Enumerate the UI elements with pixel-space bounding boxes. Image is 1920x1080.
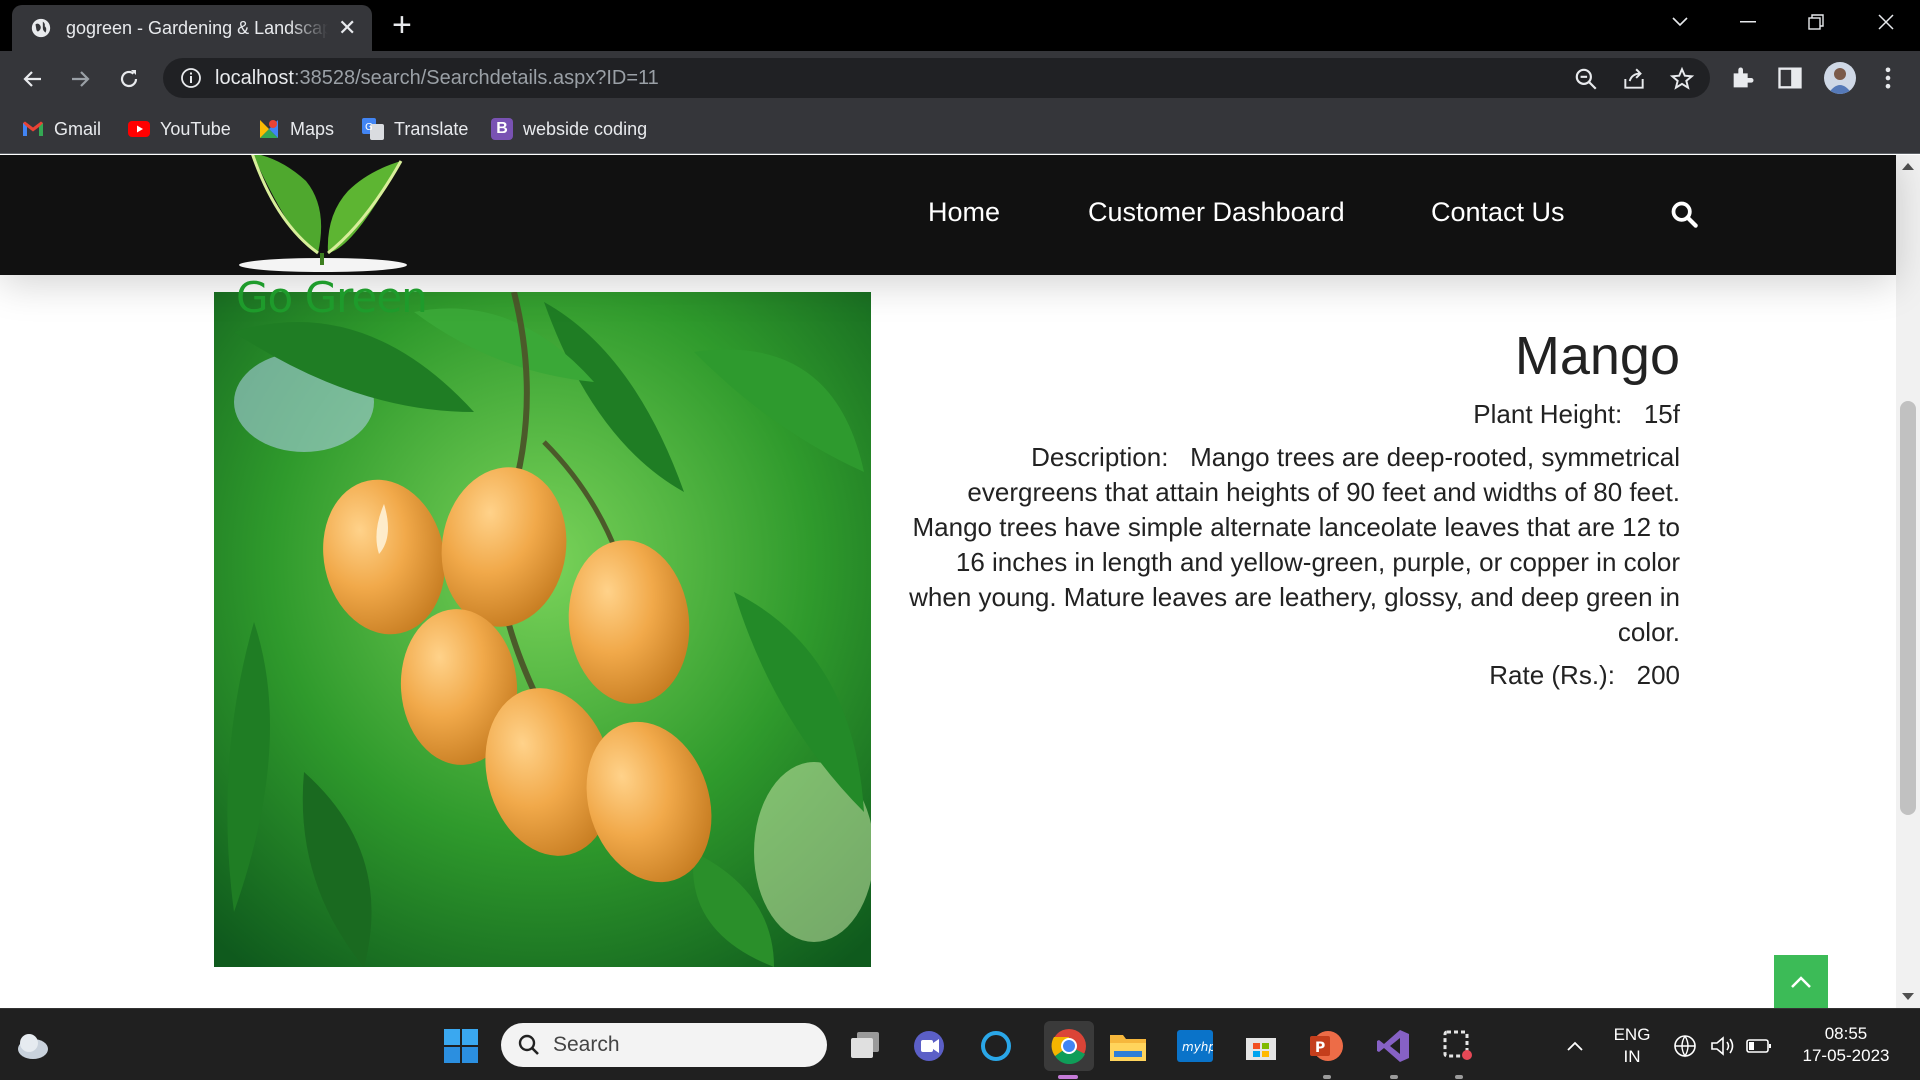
extensions-icon[interactable] xyxy=(1729,64,1757,92)
browser-toolbar: localhost:38528/search/Searchdetails.asp… xyxy=(0,51,1920,105)
url-text: localhost:38528/search/Searchdetails.asp… xyxy=(215,66,659,89)
page-scrollbar[interactable] xyxy=(1896,155,1920,1008)
plant-name: Mango xyxy=(1514,326,1680,386)
volume-icon[interactable] xyxy=(1708,1027,1738,1065)
menu-kebab-icon[interactable] xyxy=(1874,64,1902,92)
scroll-to-top-button[interactable] xyxy=(1774,955,1828,1008)
bookmark-label: webside coding xyxy=(523,118,648,139)
reload-icon[interactable] xyxy=(114,64,144,94)
plant-image xyxy=(214,292,871,967)
bookmarks-bar: Gmail YouTube Maps G Translate B webside… xyxy=(0,105,1920,154)
share-icon[interactable] xyxy=(1621,66,1647,92)
translate-icon: G xyxy=(362,118,384,140)
tab-title: gogreen - Gardening & Landscaping xyxy=(66,17,328,38)
teams-chat-icon[interactable] xyxy=(910,1027,948,1065)
taskbar-search-box[interactable]: Search xyxy=(501,1023,827,1067)
nav-contact-us[interactable]: Contact Us xyxy=(1431,197,1565,228)
bookmark-webside-coding[interactable]: B webside coding xyxy=(491,115,647,143)
file-explorer-icon[interactable] xyxy=(1109,1027,1147,1065)
close-window-icon[interactable] xyxy=(1856,0,1916,44)
search-icon xyxy=(518,1034,539,1055)
powerpoint-icon[interactable]: P xyxy=(1307,1027,1345,1065)
tab-close-icon[interactable]: ✕ xyxy=(338,15,356,41)
battery-icon[interactable] xyxy=(1744,1027,1774,1065)
bookmark-youtube[interactable]: YouTube xyxy=(128,115,231,143)
windows-taskbar: Search myhp P ENG IN 08:55 17-05-2023 xyxy=(0,1008,1920,1080)
search-label: Search xyxy=(553,1033,620,1056)
search-icon[interactable] xyxy=(1670,200,1698,228)
globe-icon xyxy=(31,18,51,38)
language-indicator[interactable]: ENG IN xyxy=(1610,1024,1654,1068)
logo-text: Go Green xyxy=(236,273,428,322)
chrome-taskbar-icon[interactable] xyxy=(1044,1021,1094,1071)
site-header: Home Customer Dashboard Contact Us xyxy=(0,155,1896,275)
weather-icon[interactable] xyxy=(14,1027,52,1065)
plant-rate: Rate (Rs.): 200 xyxy=(1489,660,1680,690)
nav-customer-dashboard[interactable]: Customer Dashboard xyxy=(1088,197,1345,228)
side-panel-icon[interactable] xyxy=(1776,64,1804,92)
page-viewport: Home Customer Dashboard Contact Us Go Gr… xyxy=(0,155,1920,1008)
maps-icon xyxy=(258,118,280,140)
bookmark-label: YouTube xyxy=(160,118,231,139)
chevron-up-icon[interactable] xyxy=(1556,1027,1594,1065)
bookmark-label: Gmail xyxy=(54,118,102,139)
svg-text:P: P xyxy=(1315,1040,1325,1056)
active-indicator xyxy=(1058,1075,1078,1079)
back-icon[interactable] xyxy=(18,64,48,94)
new-tab-button[interactable]: + xyxy=(392,8,412,42)
plant-description: Description: Mango trees are deep-rooted… xyxy=(909,442,1680,647)
bookmark-star-icon[interactable] xyxy=(1669,66,1695,92)
network-globe-icon[interactable] xyxy=(1670,1027,1700,1065)
bookmark-gmail[interactable]: Gmail xyxy=(22,115,101,143)
svg-text:myhp: myhp xyxy=(1182,1040,1213,1054)
bookmark-maps[interactable]: Maps xyxy=(258,115,334,143)
running-indicator xyxy=(1455,1075,1463,1079)
cortana-icon[interactable] xyxy=(977,1027,1015,1065)
bookmark-label: Maps xyxy=(290,118,335,139)
chevron-up-icon xyxy=(1791,976,1811,988)
restore-icon[interactable] xyxy=(1786,0,1846,44)
scroll-up-arrow-icon[interactable] xyxy=(1902,163,1914,170)
zoom-icon[interactable] xyxy=(1573,66,1599,92)
browser-tab[interactable]: gogreen - Gardening & Landscaping ✕ xyxy=(12,5,372,51)
tab-search-icon[interactable] xyxy=(1650,0,1710,44)
scrollbar-thumb[interactable] xyxy=(1900,401,1916,815)
bootstrap-icon: B xyxy=(491,118,513,140)
running-indicator xyxy=(1323,1075,1331,1079)
task-view-icon[interactable] xyxy=(846,1027,884,1065)
profile-avatar[interactable] xyxy=(1824,62,1856,94)
clock[interactable]: 08:55 17-05-2023 xyxy=(1786,1023,1906,1067)
scroll-down-arrow-icon[interactable] xyxy=(1902,993,1914,1000)
site-info-icon[interactable] xyxy=(179,66,203,90)
svg-text:G: G xyxy=(365,122,373,133)
bookmark-label: Translate xyxy=(394,118,469,139)
forward-icon[interactable] xyxy=(65,64,95,94)
nav-home[interactable]: Home xyxy=(928,197,1000,228)
minimize-icon[interactable] xyxy=(1718,0,1778,44)
address-bar[interactable]: localhost:38528/search/Searchdetails.asp… xyxy=(163,58,1710,98)
myhp-icon[interactable]: myhp xyxy=(1176,1027,1214,1065)
snipping-tool-icon[interactable] xyxy=(1440,1027,1478,1065)
microsoft-store-icon[interactable] xyxy=(1242,1027,1280,1065)
plant-height: Plant Height: 15f xyxy=(1473,399,1680,429)
browser-tab-strip: gogreen - Gardening & Landscaping ✕ + xyxy=(0,0,1920,51)
go-green-logo[interactable] xyxy=(236,155,411,273)
youtube-icon xyxy=(128,118,150,140)
plant-details: Mango Plant Height: 15f Description: Man… xyxy=(900,325,1680,693)
gmail-icon xyxy=(22,118,44,140)
bookmark-translate[interactable]: G Translate xyxy=(362,115,468,143)
running-indicator xyxy=(1390,1075,1398,1079)
visual-studio-icon[interactable] xyxy=(1374,1027,1412,1065)
windows-start-icon[interactable] xyxy=(442,1027,480,1065)
